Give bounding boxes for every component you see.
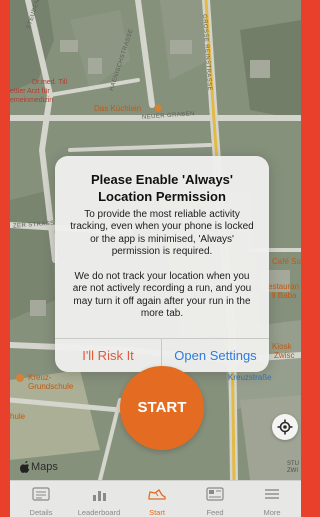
location-crosshair-icon (277, 419, 293, 435)
tab-details[interactable]: Details (12, 481, 70, 517)
risk-it-button[interactable]: I'll Risk It (55, 339, 161, 372)
kiosk-label-2: Zwisc (274, 351, 295, 360)
tab-leaderboard-label: Leaderboard (77, 508, 121, 517)
tab-bar: Details Leaderboard Start Feed More (10, 480, 301, 517)
feed-icon (206, 487, 224, 501)
tab-start-label: Start (149, 508, 165, 517)
tab-leaderboard[interactable]: Leaderboard (70, 481, 128, 517)
alert-message-privacy: We do not track your location when you a… (72, 271, 252, 320)
alert-title: Please Enable 'Always' Location Permissi… (90, 172, 234, 204)
start-run-button[interactable]: START (120, 366, 204, 450)
app-border-strip (0, 0, 10, 517)
location-permission-alert: Please Enable 'Always' Location Permissi… (55, 156, 269, 372)
stu-label-1: STU (287, 461, 299, 467)
school-label-2: Grundschule (28, 382, 74, 391)
maps-attribution[interactable]: Maps (20, 461, 58, 473)
restaurant2-label-2: li Baba (272, 291, 297, 300)
shoe-icon (148, 489, 166, 500)
tab-more[interactable]: More (243, 481, 301, 517)
leaderboard-icon (93, 491, 106, 501)
restaurant2-label-1: estauran (268, 282, 300, 291)
menu-icon (265, 489, 279, 499)
tab-start[interactable]: Start (128, 481, 186, 517)
open-settings-button[interactable]: Open Settings (162, 339, 269, 372)
tab-details-label: Details (29, 508, 53, 517)
stu-label-2: ZWI (287, 468, 298, 474)
school-label-1: Kreuz- (28, 373, 52, 382)
tab-feed[interactable]: Feed (186, 481, 244, 517)
doctor-label-3: emeinmedizin (10, 97, 54, 104)
apple-logo-icon (20, 461, 30, 473)
details-icon (32, 487, 50, 501)
tab-more-label: More (263, 508, 281, 517)
square-label: Kreuzstraße (228, 373, 272, 382)
locate-me-button[interactable] (272, 414, 298, 440)
maps-attribution-label: Maps (31, 461, 58, 473)
kiosk-label-1: Kiosk (272, 342, 292, 351)
doctor-label-1: Dr.med. Till (32, 79, 68, 86)
tab-feed-label: Feed (206, 508, 224, 517)
phone-screen: STEUBENSTRASSE HAENISCHSTRASSE GROSSE RE… (10, 0, 301, 517)
doctor-label-2: ettler Arzt für (10, 88, 50, 95)
alert-message-tracking: To provide the most reliable activity tr… (70, 209, 254, 258)
restaurant-label: Das Küchlein (94, 104, 142, 113)
cafe-label: Café Su (272, 257, 301, 266)
school2-label: hule (10, 412, 26, 421)
